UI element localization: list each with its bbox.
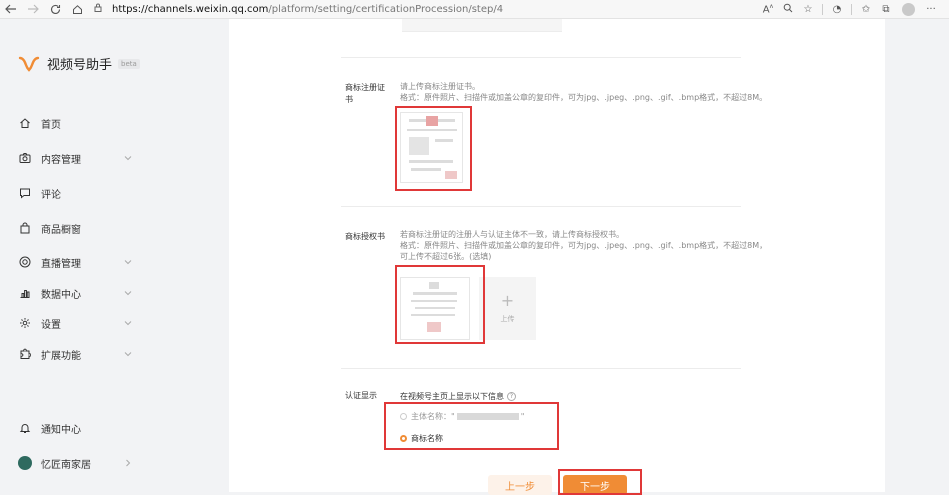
sidebar-item-label: 商品橱窗 — [41, 224, 81, 236]
upload-label: 上传 — [500, 315, 515, 323]
next-button[interactable]: 下一步 — [563, 475, 627, 495]
arrow-right-icon — [28, 4, 39, 14]
bag-icon — [18, 221, 32, 235]
option-subject-name[interactable]: 主体名称：" " — [400, 411, 524, 422]
read-aloud-icon[interactable]: Aʌ — [758, 3, 778, 15]
sidebar-account[interactable]: 忆匠南家居 — [18, 453, 138, 473]
gear-icon — [18, 316, 32, 330]
trademark-cert-label: 商标注册证书 — [345, 83, 385, 104]
sidebar-item-comments[interactable]: 评论 — [18, 183, 138, 203]
radio-checked[interactable] — [400, 435, 407, 442]
chevron-down-icon — [124, 291, 132, 296]
home-button[interactable] — [66, 0, 88, 19]
lock-icon — [94, 3, 106, 15]
address-bar[interactable]: https://channels.weixin.qq.com/platform/… — [94, 2, 714, 17]
comment-icon — [18, 186, 32, 200]
chevron-down-icon — [124, 260, 132, 265]
display-label: 认证显示 — [345, 391, 377, 400]
sidebar-item-content[interactable]: 内容管理 — [18, 148, 138, 168]
sidebar-item-label: 设置 — [41, 319, 61, 331]
sidebar-item-label: 内容管理 — [41, 154, 81, 166]
sidebar-item-label: 评论 — [41, 189, 61, 201]
trademark-cert-desc: 请上传商标注册证书。 格式：原件照片、扫描件或加盖公章的复印件，可为jpg、.j… — [400, 81, 772, 103]
previous-upload-edge — [402, 19, 562, 32]
sidebar-item-showcase[interactable]: 商品橱窗 — [18, 218, 138, 238]
sidebar-item-label: 通知中心 — [41, 424, 81, 436]
puzzle-icon — [18, 347, 32, 361]
sidebar-item-data[interactable]: 数据中心 — [18, 283, 138, 303]
plus-icon: + — [500, 291, 515, 310]
sidebar-item-home[interactable]: 首页 — [18, 113, 138, 133]
sidebar-item-label: 直播管理 — [41, 258, 81, 270]
display-heading-row: 在视频号主页上显示以下信息? — [400, 391, 772, 402]
live-icon — [18, 255, 32, 269]
profile-avatar[interactable] — [902, 2, 915, 16]
zoom-icon[interactable] — [778, 3, 798, 16]
trademark-auth-desc: 若商标注册证的注册人与认证主体不一致，请上传商标授权书。 格式：原件照片、扫描件… — [400, 229, 772, 262]
extensions-icon[interactable]: ◔ — [827, 4, 847, 15]
favorite-icon[interactable]: ☆ — [798, 4, 818, 15]
prev-button[interactable]: 上一步 — [488, 475, 552, 495]
collections-icon[interactable]: ⧉ — [876, 4, 896, 15]
favorites-bar-icon[interactable]: ✩ — [856, 4, 876, 15]
avatar — [18, 456, 32, 470]
desc-line: 格式：原件照片、扫描件或加盖公章的复印件，可为jpg、.jpeg、.png、.g… — [400, 93, 768, 102]
option-label: 商标名称 — [411, 434, 443, 443]
app-name: 视频号助手 — [47, 58, 113, 73]
url-host: https://channels.weixin.qq.com — [112, 3, 269, 15]
back-button[interactable] — [0, 0, 22, 19]
chevron-down-icon — [124, 321, 132, 326]
sidebar-item-notifications[interactable]: 通知中心 — [18, 418, 138, 438]
sidebar-item-extensions[interactable]: 扩展功能 — [18, 344, 138, 364]
url-path: /platform/setting/certificationProcessio… — [268, 3, 504, 15]
app-logo[interactable]: 视频号助手 beta — [18, 54, 140, 73]
trademark-auth-label: 商标授权书 — [345, 232, 385, 241]
camera-icon — [18, 151, 32, 165]
forward-button[interactable] — [22, 0, 44, 19]
home-browser-icon — [72, 4, 82, 14]
chevron-right-icon — [126, 459, 131, 467]
home-icon — [18, 116, 32, 130]
masked-name — [456, 413, 519, 420]
arrow-left-icon — [5, 4, 16, 14]
desc-line: 请上传商标注册证书。 — [400, 82, 480, 91]
sidebar-item-label: 首页 — [41, 119, 61, 131]
reload-icon — [50, 4, 60, 14]
radio-unchecked[interactable] — [400, 413, 407, 420]
channels-logo-icon — [18, 56, 40, 72]
desc-line: 格式：原件照片、扫描件或加盖公章的复印件，可为jpg、.jpeg、.png、.g… — [400, 241, 768, 261]
reload-button[interactable] — [44, 0, 66, 19]
account-name: 忆匠南家居 — [41, 459, 91, 471]
option-label-suffix: " — [520, 412, 525, 421]
browser-toolbar: https://channels.weixin.qq.com/platform/… — [0, 0, 949, 19]
chart-icon — [18, 286, 32, 300]
trademark-auth-image[interactable] — [400, 277, 470, 340]
sidebar-item-settings[interactable]: 设置 — [18, 313, 138, 333]
sidebar-item-label: 扩展功能 — [41, 350, 81, 362]
chevron-down-icon — [124, 352, 132, 357]
upload-button[interactable]: + 上传 — [479, 277, 536, 340]
beta-badge: beta — [118, 58, 140, 69]
help-icon[interactable]: ? — [507, 392, 516, 401]
option-label: 主体名称：" — [411, 412, 455, 421]
main-content: 商标注册证书 请上传商标注册证书。 格式：原件照片、扫描件或加盖公章的复印件，可… — [229, 19, 885, 495]
browser-tools: Aʌ ☆ ◔ ✩ ⧉ ··· — [758, 2, 949, 16]
display-heading: 在视频号主页上显示以下信息 — [400, 392, 504, 401]
sidebar-item-live[interactable]: 直播管理 — [18, 252, 138, 272]
more-icon[interactable]: ··· — [921, 4, 941, 15]
sidebar: 视频号助手 beta 首页 内容管理 评论 商品橱窗 直播管理 数据中心 设置 … — [0, 19, 158, 492]
bell-icon — [18, 421, 32, 435]
sidebar-item-label: 数据中心 — [41, 289, 81, 301]
option-trademark-name[interactable]: 商标名称 — [400, 433, 443, 444]
chevron-down-icon — [124, 156, 132, 161]
trademark-cert-image[interactable] — [400, 112, 463, 183]
desc-line: 若商标注册证的注册人与认证主体不一致，请上传商标授权书。 — [400, 230, 624, 239]
